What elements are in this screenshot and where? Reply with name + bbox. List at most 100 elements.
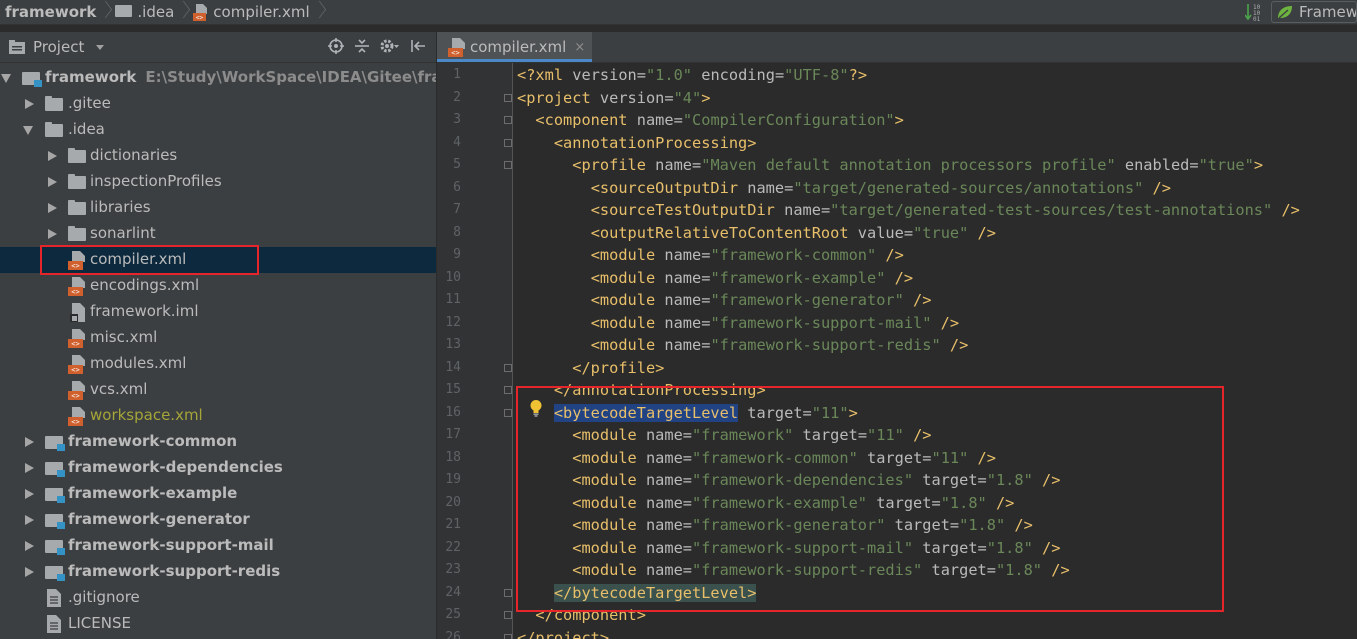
tree-item-sonarlint[interactable]: sonarlint [0,221,436,247]
folder-icon [115,5,133,17]
line-number: 26 [445,629,461,639]
tree-item-label: vcs.xml [90,380,148,398]
tree-item-workspace-xml[interactable]: <> workspace.xml [0,403,436,429]
line-number: 20 [445,494,461,510]
tree-item-misc-xml[interactable]: <> misc.xml [0,325,436,351]
tree-item-modules-xml[interactable]: <> modules.xml [0,351,436,377]
module-icon [45,514,65,529]
hide-icon[interactable] [410,38,426,54]
fold-marker-icon[interactable] [504,633,512,639]
expand-arrow-icon[interactable] [23,126,33,135]
fold-marker-icon[interactable] [504,161,512,169]
expand-arrow-icon[interactable] [25,99,34,109]
tree-item-framework-generator[interactable]: framework-generator [0,507,436,533]
collapse-icon[interactable] [354,38,370,54]
breadcrumb-framework[interactable]: framework [0,0,100,24]
xml-file-icon: <> [68,251,85,270]
expand-arrow-icon[interactable] [25,437,34,447]
run-configuration-label: Framework [1299,3,1357,21]
tab-label: compiler.xml [470,38,567,56]
tree-item-label: framework.iml [90,302,199,320]
line-number: 14 [445,359,461,375]
tree-item-compiler-xml[interactable]: <> compiler.xml [0,247,436,273]
tree-item-framework-common[interactable]: framework-common [0,429,436,455]
expand-arrow-icon[interactable] [25,515,34,525]
line-number: 23 [445,562,461,577]
code-editor[interactable]: 1 <?xml version="1.0" encoding="UTF-8"?> 2… [437,63,1357,639]
fold-marker-icon[interactable] [504,138,512,147]
tree-item-encodings-xml[interactable]: <> encodings.xml [0,273,436,299]
project-folder-icon [9,40,25,54]
expand-arrow-icon[interactable] [48,151,57,161]
fold-marker-icon[interactable] [504,588,512,597]
tree-item-label: misc.xml [90,328,158,346]
xml-file-icon: <> [448,37,465,57]
tab-compiler-xml[interactable]: <> compiler.xml × [437,32,592,62]
lightbulb-icon[interactable] [529,399,543,417]
line-number: 7 [453,202,461,217]
project-panel-toolbar [328,38,426,54]
tree-item-framework-iml[interactable]: framework.iml [0,299,436,325]
tree-item-gitee[interactable]: .gitee [0,91,436,117]
tree-item-label: LICENSE [68,614,131,632]
expand-arrow-icon[interactable] [48,177,57,187]
binary-sort-icon[interactable]: 10 10 01 [1245,3,1261,21]
expand-arrow-icon[interactable] [25,567,34,577]
line-number: 17 [445,427,461,442]
tree-item-label: .idea [68,120,105,138]
xml-file-icon: <> [68,277,85,296]
tree-item-framework-support-redis[interactable]: framework-support-redis [0,559,436,585]
editor-tabs: <> compiler.xml × [437,32,1357,63]
expand-arrow-icon[interactable] [25,541,34,551]
fold-marker-icon[interactable] [504,408,512,417]
breadcrumb-idea[interactable]: .idea [110,0,178,24]
tree-item-label: .gitee [68,94,111,112]
folder-icon [45,122,63,137]
expand-arrow-icon[interactable] [25,489,34,499]
tree-item-label: inspectionProfiles [90,172,222,190]
fold-marker-icon[interactable] [504,611,512,619]
code-line: </bytecodeTargetLevel> [553,583,757,602]
tree-item-framework-example[interactable]: framework-example [0,481,436,507]
fold-marker-icon[interactable] [504,93,512,102]
line-number: 2 [453,89,461,105]
fold-marker-icon[interactable] [504,386,512,394]
gear-icon[interactable] [380,38,400,54]
code-line: <sourceOutputDir name="target/generated-… [590,178,1171,197]
tree-item-label: framework-example [68,484,238,502]
breadcrumb-compiler-xml[interactable]: <> compiler.xml [188,0,313,24]
code-line: <module name="framework-support-mail" ta… [572,538,1061,557]
expand-arrow-icon[interactable] [1,74,11,83]
folder-icon [45,96,63,111]
fold-marker-icon[interactable] [504,363,512,372]
tree-item-framework-dependencies[interactable]: framework-dependencies [0,455,436,481]
expand-arrow-icon[interactable] [48,203,57,213]
tree-item-inspectionprofiles[interactable]: inspectionProfiles [0,169,436,195]
tree-item-license[interactable]: LICENSE [0,611,436,637]
tree-item-vcs-xml[interactable]: <> vcs.xml [0,377,436,403]
breadcrumb-separator [100,0,110,24]
code-line: </annotationProcessing> [553,381,766,399]
line-number: 16 [445,404,461,420]
line-number: 24 [445,584,461,600]
locate-icon[interactable] [328,38,344,54]
line-number: 25 [445,607,461,622]
svg-text:<>: <> [451,49,459,57]
tree-item-gitignore[interactable]: .gitignore [0,585,436,611]
tree-item-idea[interactable]: .idea [0,117,436,143]
tree-item-libraries[interactable]: libraries [0,195,436,221]
tree-item-framework-support-mail[interactable]: framework-support-mail [0,533,436,559]
line-number: 18 [445,449,461,465]
svg-text:<>: <> [71,288,79,296]
fold-marker-icon[interactable] [504,116,512,124]
expand-arrow-icon[interactable] [48,229,57,239]
run-configuration-selector[interactable]: Framework [1271,1,1357,23]
close-icon[interactable]: × [574,40,585,55]
code-line: <module name="framework-support-redis" t… [572,561,1070,579]
project-view-selector[interactable]: Project [9,38,105,56]
expand-arrow-icon[interactable] [25,463,34,473]
tree-item-framework[interactable]: framework E:\Study\WorkSpace\IDEA\Gitee\f… [0,65,436,91]
code-line: <module name="framework-support-mail" /> [590,313,960,332]
xml-file-icon: <> [68,381,85,400]
tree-item-dictionaries[interactable]: dictionaries [0,143,436,169]
